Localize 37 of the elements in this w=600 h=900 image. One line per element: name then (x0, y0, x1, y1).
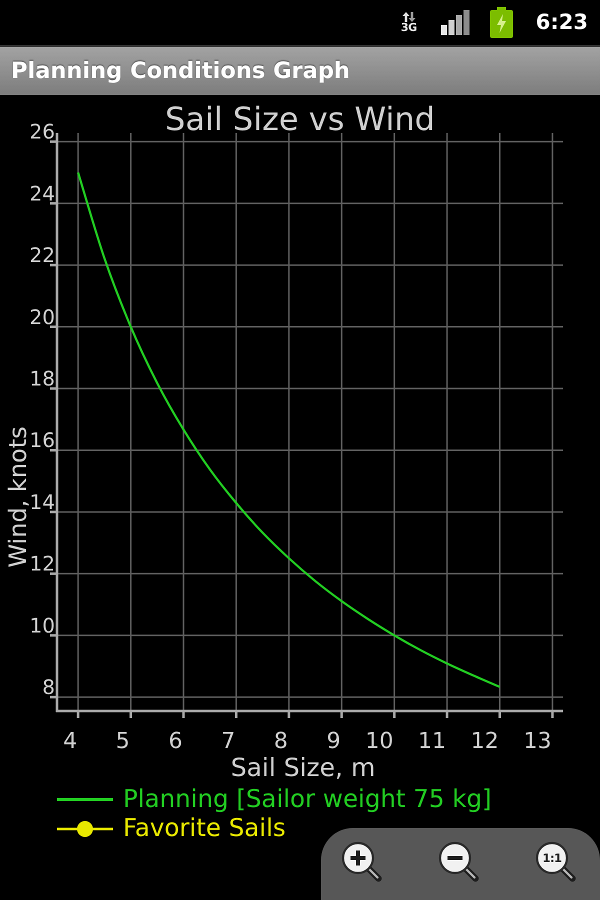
zoom-out-icon (438, 841, 480, 883)
legend-label: Planning [Sailor weight 75 kg] (123, 787, 492, 812)
axis-tick-label: 14 (30, 490, 55, 514)
axis-tick-label: 10 (365, 729, 394, 754)
magnifier-icon (535, 841, 577, 883)
signal-bars-icon (440, 10, 470, 35)
axis-tick-label: 18 (30, 366, 55, 391)
axis-tick-label: 4 (63, 729, 78, 754)
legend-label: Favorite Sails (123, 816, 286, 841)
chart-title: Sail Size vs Wind (165, 100, 435, 138)
axis-tick-label: 8 (274, 729, 288, 754)
axis-tick-label: 6 (168, 729, 182, 754)
axis-tick-label: 20 (30, 304, 55, 329)
axis-title: Wind, knots (4, 426, 32, 568)
axis-tick-label: 10 (30, 613, 55, 638)
axis-tick-label: 5 (116, 729, 130, 754)
axis-tick-label: 26 (30, 120, 55, 144)
axis-tick-label: 12 (30, 552, 55, 576)
axis-tick-label: 11 (418, 729, 446, 754)
clock-time: 6:23 (536, 12, 588, 33)
network-type-text: 3G (400, 22, 417, 33)
screen-title: Planning Conditions Graph (11, 58, 350, 84)
axis-tick-label: 7 (221, 729, 236, 754)
axis-tick-label: 9 (326, 729, 341, 754)
battery-charging-icon (490, 7, 513, 38)
axis-tick-label: 22 (30, 243, 55, 268)
axis-tick-label: 16 (30, 428, 55, 452)
axis-tick-label: 13 (523, 729, 552, 754)
axis-title: Sail Size, m (230, 753, 376, 782)
axis-tick-label: 24 (30, 181, 55, 206)
zoom-out-button[interactable] (438, 841, 480, 883)
up-down-arrows-icon (402, 12, 416, 22)
axis-tick-label: 8 (42, 675, 55, 700)
actual-size-button[interactable]: 1:1 (535, 841, 577, 883)
axis-tick-label: 12 (470, 729, 499, 754)
zoom-in-button[interactable] (341, 841, 383, 883)
zoom-in-icon (341, 841, 383, 883)
